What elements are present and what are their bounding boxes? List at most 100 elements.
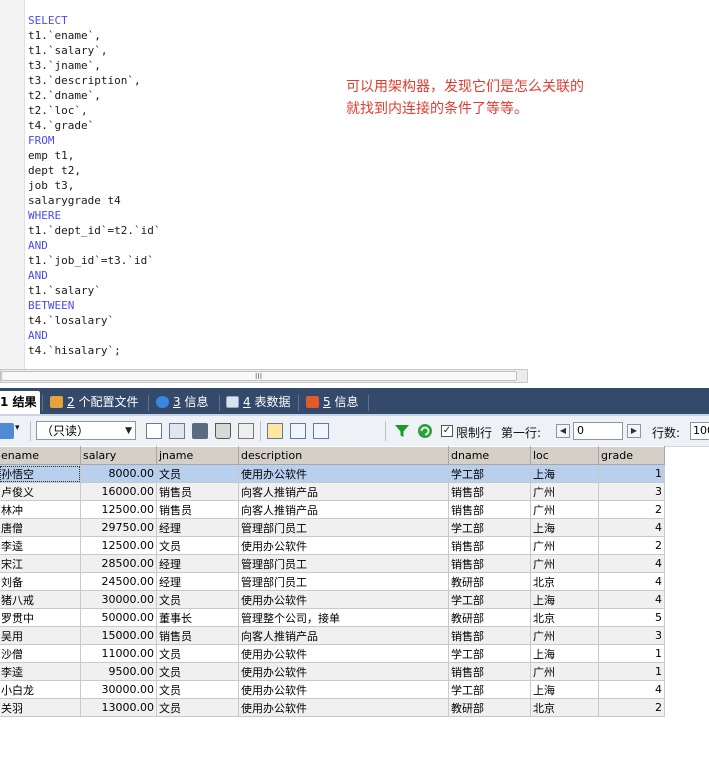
code-line[interactable]: t1.`ename`,: [28, 28, 160, 43]
cell-salary[interactable]: 12500.00: [80, 500, 157, 519]
cell-grade[interactable]: 3: [598, 482, 665, 501]
first-row-input[interactable]: 0: [573, 422, 623, 440]
cell-ename[interactable]: 宋江: [0, 554, 81, 573]
filter-icon[interactable]: [394, 423, 410, 439]
cell-description[interactable]: 向客人推销产品: [238, 626, 449, 645]
cell-salary[interactable]: 50000.00: [80, 608, 157, 627]
grid-view-icon[interactable]: [267, 423, 283, 439]
table-row[interactable]: 沙僧 11000.00 文员 使用办公软件 学工部 上海 1: [0, 644, 665, 663]
cell-loc[interactable]: 北京: [530, 572, 599, 591]
column-header-grade[interactable]: grade: [598, 446, 665, 465]
cell-description[interactable]: 管理整个公司，接单: [238, 608, 449, 627]
result-grid[interactable]: ename salary jname description dname loc grade…: [0, 446, 665, 717]
cell-loc[interactable]: 广州: [530, 536, 599, 555]
cell-jname[interactable]: 文员: [156, 680, 239, 699]
cell-dname[interactable]: 学工部: [448, 644, 531, 663]
cell-description[interactable]: 管理部门员工: [238, 518, 449, 537]
code-line[interactable]: t1.`salary`: [28, 283, 160, 298]
delete-icon[interactable]: [215, 423, 231, 439]
cell-description[interactable]: 使用办公软件: [238, 464, 449, 483]
cell-salary[interactable]: 29750.00: [80, 518, 157, 537]
cell-salary[interactable]: 13000.00: [80, 698, 157, 717]
cell-jname[interactable]: 文员: [156, 698, 239, 717]
cell-description[interactable]: 管理部门员工: [238, 554, 449, 573]
cell-grade[interactable]: 4: [598, 680, 665, 699]
table-row[interactable]: 吴用 15000.00 销售员 向客人推销产品 销售部 广州 3: [0, 626, 665, 645]
cell-dname[interactable]: 学工部: [448, 464, 531, 483]
cancel-changes-icon[interactable]: [238, 423, 254, 439]
cell-loc[interactable]: 上海: [530, 518, 599, 537]
cell-dname[interactable]: 销售部: [448, 536, 531, 555]
cell-loc[interactable]: 上海: [530, 680, 599, 699]
table-row[interactable]: 刘备 24500.00 经理 管理部门员工 教研部 北京 4: [0, 572, 665, 591]
table-row[interactable]: 唐僧 29750.00 经理 管理部门员工 学工部 上海 4: [0, 518, 665, 537]
cell-grade[interactable]: 2: [598, 500, 665, 519]
tab-profiles[interactable]: 2 个配置文件: [46, 391, 146, 414]
sql-editor[interactable]: SELECT t1.`ename`, t1.`salary`, t3.`jname`,…: [0, 0, 709, 370]
cell-grade[interactable]: 1: [598, 662, 665, 681]
cell-salary[interactable]: 24500.00: [80, 572, 157, 591]
code-line[interactable]: t1.`job_id`=t3.`id`: [28, 253, 160, 268]
table-row[interactable]: 林冲 12500.00 销售员 向客人推销产品 销售部 广州 2: [0, 500, 665, 519]
cell-jname[interactable]: 销售员: [156, 500, 239, 519]
cell-loc[interactable]: 广州: [530, 554, 599, 573]
cell-ename[interactable]: 沙僧: [0, 644, 81, 663]
result-mode-select[interactable]: （只读） ▼: [36, 421, 136, 440]
cell-grade[interactable]: 5: [598, 608, 665, 627]
cell-grade[interactable]: 1: [598, 464, 665, 483]
cell-grade[interactable]: 4: [598, 554, 665, 573]
save-icon[interactable]: [192, 423, 208, 439]
tab-info[interactable]: 5 信息: [302, 391, 368, 414]
cell-salary[interactable]: 15000.00: [80, 626, 157, 645]
cell-loc[interactable]: 广州: [530, 626, 599, 645]
form-view-icon[interactable]: [290, 423, 306, 439]
cell-dname[interactable]: 销售部: [448, 626, 531, 645]
column-header-ename[interactable]: ename: [0, 446, 81, 465]
code-line[interactable]: AND: [28, 268, 160, 283]
cell-grade[interactable]: 2: [598, 536, 665, 555]
cell-salary[interactable]: 9500.00: [80, 662, 157, 681]
cell-loc[interactable]: 北京: [530, 698, 599, 717]
cell-grade[interactable]: 4: [598, 590, 665, 609]
code-line[interactable]: SELECT: [28, 13, 160, 28]
export-dropdown-arrow[interactable]: ▾: [15, 423, 20, 433]
cell-jname[interactable]: 文员: [156, 464, 239, 483]
cell-ename[interactable]: 刘备: [0, 572, 81, 591]
cell-ename[interactable]: 林冲: [0, 500, 81, 519]
cell-salary[interactable]: 28500.00: [80, 554, 157, 573]
cell-dname[interactable]: 销售部: [448, 500, 531, 519]
cell-grade[interactable]: 4: [598, 518, 665, 537]
duplicate-row-icon[interactable]: [169, 423, 185, 439]
table-row[interactable]: 孙悟空 8000.00 文员 使用办公软件 学工部 上海 1: [0, 464, 665, 483]
table-row[interactable]: 李逵 9500.00 文员 使用办公软件 销售部 广州 1: [0, 662, 665, 681]
cell-salary[interactable]: 12500.00: [80, 536, 157, 555]
cell-jname[interactable]: 文员: [156, 590, 239, 609]
cell-ename[interactable]: 关羽: [0, 698, 81, 717]
code-line[interactable]: t1.`salary`,: [28, 43, 160, 58]
cell-description[interactable]: 向客人推销产品: [238, 482, 449, 501]
cell-jname[interactable]: 销售员: [156, 626, 239, 645]
cell-description[interactable]: 使用办公软件: [238, 644, 449, 663]
code-line[interactable]: dept t2,: [28, 163, 160, 178]
cell-salary[interactable]: 30000.00: [80, 680, 157, 699]
code-line[interactable]: emp t1,: [28, 148, 160, 163]
limit-rows-checkbox[interactable]: ✓: [441, 425, 453, 437]
code-line[interactable]: AND: [28, 238, 160, 253]
cell-dname[interactable]: 教研部: [448, 698, 531, 717]
next-page-button[interactable]: ▶: [627, 424, 641, 438]
cell-salary[interactable]: 16000.00: [80, 482, 157, 501]
cell-jname[interactable]: 经理: [156, 518, 239, 537]
cell-dname[interactable]: 学工部: [448, 680, 531, 699]
code-line[interactable]: BETWEEN: [28, 298, 160, 313]
cell-description[interactable]: 使用办公软件: [238, 536, 449, 555]
code-line[interactable]: t3.`description`,: [28, 73, 160, 88]
cell-salary[interactable]: 30000.00: [80, 590, 157, 609]
cell-dname[interactable]: 销售部: [448, 482, 531, 501]
table-row[interactable]: 小白龙 30000.00 文员 使用办公软件 学工部 上海 4: [0, 680, 665, 699]
cell-dname[interactable]: 销售部: [448, 554, 531, 573]
cell-ename[interactable]: 小白龙: [0, 680, 81, 699]
cell-ename[interactable]: 罗贯中: [0, 608, 81, 627]
cell-description[interactable]: 使用办公软件: [238, 680, 449, 699]
table-row[interactable]: 罗贯中 50000.00 董事长 管理整个公司，接单 教研部 北京 5: [0, 608, 665, 627]
cell-dname[interactable]: 学工部: [448, 590, 531, 609]
